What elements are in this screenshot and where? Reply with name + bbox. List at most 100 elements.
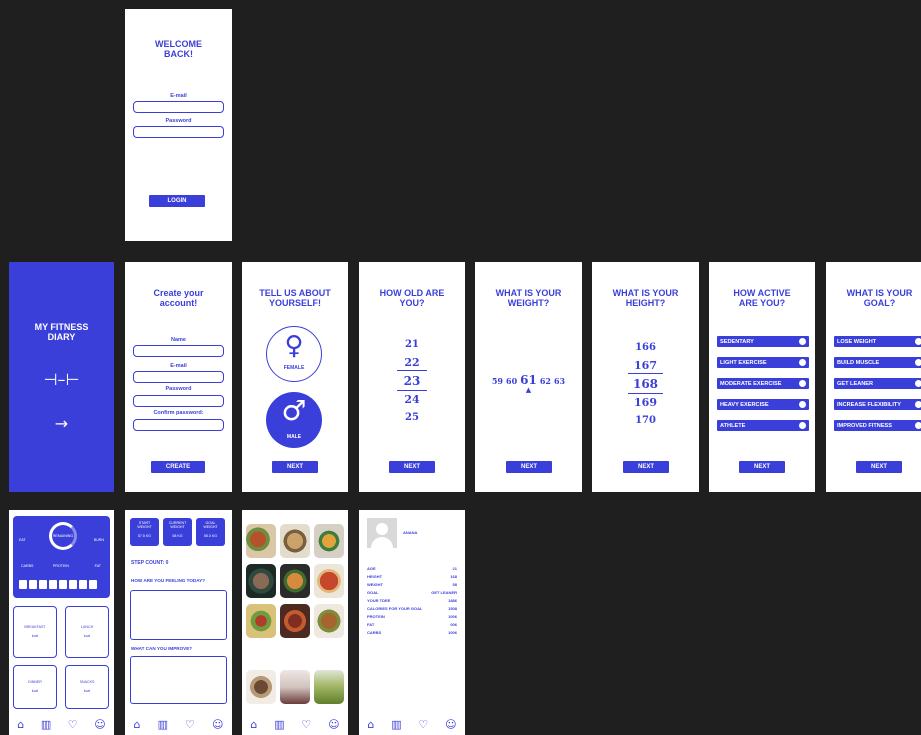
goal-option-flexibility[interactable]: INCREASE FLEXIBILITY [834, 399, 921, 410]
home-icon[interactable]: ⌂ [367, 719, 374, 730]
food-image[interactable] [314, 524, 344, 558]
water-cup-icon[interactable] [39, 580, 47, 589]
profile-icon[interactable]: ☺ [445, 719, 456, 730]
profile-icon[interactable]: ☺ [328, 719, 339, 730]
toggle-dot[interactable] [799, 422, 806, 429]
age-value[interactable]: 21 [359, 339, 465, 350]
arrow-right-icon[interactable]: → [9, 414, 114, 433]
age-value[interactable]: 24 [359, 393, 465, 406]
activity-option-heavy[interactable]: HEAVY EXERCISE [717, 399, 809, 410]
feeling-textarea[interactable] [130, 590, 227, 640]
activity-option-moderate[interactable]: MODERATE EXERCISE [717, 378, 809, 389]
stats-icon[interactable]: ▥ [391, 719, 401, 730]
home-icon[interactable]: ⌂ [17, 719, 24, 730]
toggle-dot[interactable] [915, 422, 921, 429]
password-field[interactable] [133, 395, 224, 407]
login-button[interactable]: LOGIN [149, 195, 205, 207]
height-value[interactable]: 169 [592, 396, 699, 409]
home-icon[interactable]: ⌂ [250, 719, 257, 730]
name-field[interactable] [133, 345, 224, 357]
toggle-dot[interactable] [915, 338, 921, 345]
stats-icon[interactable]: ▥ [274, 719, 284, 730]
toggle-dot[interactable] [799, 338, 806, 345]
food-icon[interactable]: ♡ [301, 719, 311, 730]
profile-icon[interactable]: ☺ [94, 719, 105, 730]
food-icon[interactable]: ♡ [418, 719, 428, 730]
food-image[interactable] [246, 524, 276, 558]
water-cup-icon[interactable] [19, 580, 27, 589]
food-icon[interactable]: ♡ [185, 719, 195, 730]
improve-textarea[interactable] [130, 656, 227, 704]
age-value[interactable]: 25 [359, 412, 465, 423]
toggle-dot[interactable] [915, 380, 921, 387]
option-label: MODERATE EXERCISE [720, 380, 782, 387]
age-value-selected[interactable]: 23 [359, 374, 465, 388]
age-value[interactable]: 22 [359, 356, 465, 369]
female-option[interactable]: ♀ FEMALE [266, 326, 322, 382]
goal-option-fitness[interactable]: IMPROVED FITNESS [834, 420, 921, 431]
height-value-selected[interactable]: 168 [592, 377, 699, 391]
water-cup-icon[interactable] [49, 580, 57, 589]
next-button[interactable]: NEXT [623, 461, 669, 473]
profile-row: CALORIES FOR YOUR GOAL 1508 [367, 606, 457, 611]
profile-icon[interactable]: ☺ [212, 719, 223, 730]
water-cup-icon[interactable] [89, 580, 97, 589]
food-image[interactable] [280, 524, 310, 558]
water-cup-icon[interactable] [79, 580, 87, 589]
confirm-password-field[interactable] [133, 419, 224, 431]
weight-value-selected[interactable]: 61 [520, 373, 537, 387]
food-image[interactable] [280, 670, 310, 704]
avatar[interactable] [367, 518, 397, 548]
goal-option-build-muscle[interactable]: BUILD MUSCLE [834, 357, 921, 368]
next-button[interactable]: NEXT [389, 461, 435, 473]
activity-option-light[interactable]: LIGHT EXERCISE [717, 357, 809, 368]
weight-value[interactable]: 62 [540, 376, 551, 386]
height-value[interactable]: 166 [592, 342, 699, 353]
food-image[interactable] [314, 564, 344, 598]
male-option[interactable]: ♂ MALE [266, 392, 322, 448]
food-image[interactable] [246, 670, 276, 704]
next-button[interactable]: NEXT [506, 461, 552, 473]
password-field[interactable] [133, 126, 224, 138]
male-icon: ♂ [281, 394, 307, 427]
email-field[interactable] [133, 371, 224, 383]
goal-option-lose-weight[interactable]: LOSE WEIGHT [834, 336, 921, 347]
meal-card-breakfast[interactable]: BREAKFAST kcal [13, 606, 57, 658]
next-button[interactable]: NEXT [856, 461, 902, 473]
create-button[interactable]: CREATE [151, 461, 205, 473]
activity-option-sedentary[interactable]: SEDENTARY [717, 336, 809, 347]
weight-value[interactable]: 60 [506, 376, 517, 386]
activity-option-athlete[interactable]: ATHLETE [717, 420, 809, 431]
height-value[interactable]: 170 [592, 415, 699, 426]
next-button[interactable]: NEXT [272, 461, 318, 473]
height-value[interactable]: 167 [592, 359, 699, 372]
toggle-dot[interactable] [915, 359, 921, 366]
water-cup-icon[interactable] [69, 580, 77, 589]
meal-card-snacks[interactable]: SNACKS kcal [65, 665, 109, 709]
food-image[interactable] [246, 604, 276, 638]
food-image[interactable] [314, 604, 344, 638]
toggle-dot[interactable] [915, 401, 921, 408]
stats-icon[interactable]: ▥ [158, 719, 168, 730]
stats-icon[interactable]: ▥ [41, 719, 51, 730]
toggle-dot[interactable] [799, 380, 806, 387]
food-image[interactable] [246, 564, 276, 598]
toggle-dot[interactable] [799, 359, 806, 366]
home-icon[interactable]: ⌂ [134, 719, 141, 730]
weight-picker[interactable]: 59 60 61 62 63 [475, 373, 582, 387]
food-image[interactable] [280, 604, 310, 638]
meal-card-dinner[interactable]: DINNER kcal [13, 665, 57, 709]
email-field[interactable] [133, 101, 224, 113]
weight-value[interactable]: 59 [492, 376, 503, 386]
toggle-dot[interactable] [799, 401, 806, 408]
food-icon[interactable]: ♡ [68, 719, 78, 730]
meal-card-lunch[interactable]: LUNCH kcal [65, 606, 109, 658]
food-image[interactable] [280, 564, 310, 598]
water-cups[interactable] [19, 580, 97, 589]
water-cup-icon[interactable] [59, 580, 67, 589]
goal-option-get-leaner[interactable]: GET LEANER [834, 378, 921, 389]
next-button[interactable]: NEXT [739, 461, 785, 473]
weight-value[interactable]: 63 [554, 376, 565, 386]
water-cup-icon[interactable] [29, 580, 37, 589]
food-image[interactable] [314, 670, 344, 704]
